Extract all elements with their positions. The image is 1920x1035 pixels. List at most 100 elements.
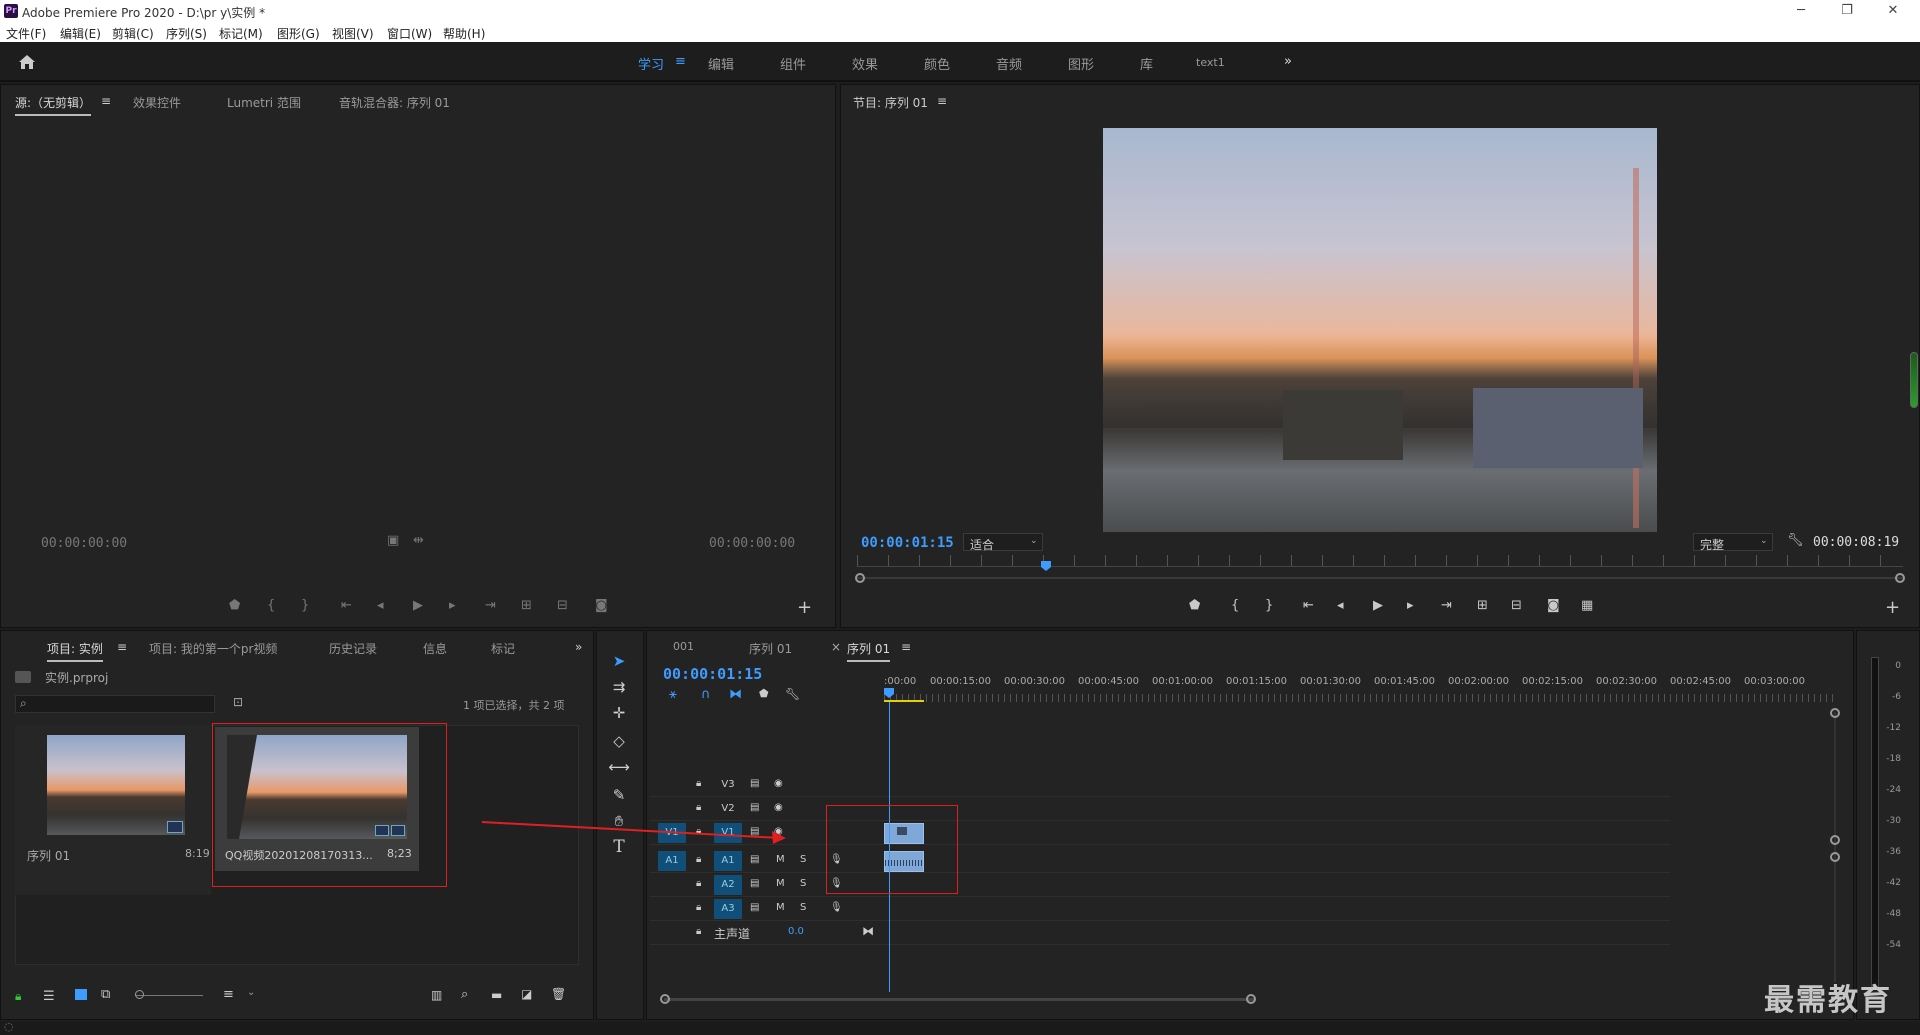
track-lock-icon[interactable]: 🔒︎ [696, 854, 701, 865]
source-patch-a1[interactable]: A1 [658, 851, 686, 871]
zoom-slider-handle[interactable] [135, 990, 144, 999]
vscroll-handle-low[interactable] [1830, 852, 1840, 862]
program-video-frame[interactable] [1103, 128, 1657, 532]
go-to-in-icon[interactable]: ⇤ [1303, 598, 1314, 613]
step-forward-icon[interactable]: ▸ [1407, 598, 1414, 613]
home-icon[interactable] [18, 54, 36, 70]
minimize-button[interactable]: ─ [1778, 0, 1824, 22]
zoom-slider[interactable] [135, 995, 203, 996]
workspace-more-icon[interactable]: » [1284, 54, 1292, 69]
nest-icon[interactable]: ⚹ [669, 687, 677, 702]
timeline-timecode[interactable]: 00:00:01:15 [663, 665, 762, 683]
lock-icon[interactable]: 🔒︎ [15, 989, 21, 1004]
marker-icon[interactable]: ⬟ [1189, 598, 1200, 613]
chevron-down-icon[interactable]: ⌄ [247, 987, 255, 998]
step-back-icon[interactable]: ◂ [1337, 598, 1344, 613]
mute-button[interactable]: M [776, 902, 785, 913]
vscroll-handle-mid[interactable] [1830, 835, 1840, 845]
workspace-assembly[interactable]: 组件 [780, 54, 806, 73]
zoom-handle-right[interactable] [1895, 573, 1905, 583]
fit-select[interactable]: 适合 ⌄ [963, 533, 1043, 552]
tab-sequence-01-a[interactable]: 序列 01 [749, 640, 792, 657]
new-bin-icon[interactable]: ⊡ [233, 695, 243, 709]
menu-marker[interactable]: 标记(M) [219, 25, 263, 42]
lift-icon[interactable]: ⊞ [1477, 598, 1488, 613]
timeline-horizontal-scroll[interactable] [664, 998, 1254, 1001]
source-step-forward-icon[interactable]: ▸ [449, 598, 456, 613]
tab-audio-mixer[interactable]: 音轨混合器: 序列 01 [339, 94, 450, 111]
program-add-button[interactable]: + [1885, 597, 1900, 618]
source-mark-out-icon[interactable]: } [301, 598, 309, 613]
track-lock-icon[interactable]: 🔒︎ [696, 926, 701, 937]
zoom-handle-left[interactable] [855, 573, 865, 583]
tab-program[interactable]: 节目: 序列 01 [853, 94, 928, 111]
ripple-edit-tool-icon[interactable]: ✛ [608, 702, 630, 724]
go-to-out-icon[interactable]: ⇥ [1441, 598, 1452, 613]
new-bin-button-icon[interactable]: ▬ [491, 988, 502, 1002]
source-step-back-icon[interactable]: ◂ [377, 598, 384, 613]
tab-markers[interactable]: 标记 [491, 640, 515, 657]
camera-icon[interactable]: ◙ [1547, 598, 1560, 613]
track-label[interactable]: A1 [714, 851, 742, 871]
vscroll-handle-top[interactable] [1830, 708, 1840, 718]
workspace-graphics[interactable]: 图形 [1068, 54, 1094, 73]
source-settings-icon[interactable]: ▣ [387, 533, 399, 548]
tab-project-first-video[interactable]: 项目: 我的第一个pr视频 [149, 640, 277, 657]
source-menu-icon[interactable]: ≡ [101, 94, 111, 108]
master-volume-value[interactable]: 0.0 [788, 926, 804, 937]
source-overwrite-icon[interactable]: ⊟ [557, 598, 568, 613]
workspace-menu-icon[interactable]: ≡ [675, 54, 686, 69]
tab-info[interactable]: 信息 [423, 640, 447, 657]
project-item-sequence[interactable]: 序列 01 8:19 [15, 725, 211, 895]
pen-tool-icon[interactable]: ✎ [608, 784, 630, 806]
mark-in-icon[interactable]: { [1231, 598, 1239, 613]
hscroll-handle-right[interactable] [1246, 994, 1256, 1004]
freeform-view-icon[interactable]: ⧉ [101, 987, 110, 1002]
timeline-vertical-scroll-track[interactable] [1834, 712, 1836, 982]
workspace-edit[interactable]: 编辑 [708, 54, 734, 73]
add-marker-icon[interactable]: ⬟ [759, 687, 769, 700]
menu-help[interactable]: 帮助(H) [443, 25, 485, 42]
maximize-button[interactable]: ❐ [1824, 0, 1870, 22]
source-add-button[interactable]: + [797, 597, 812, 618]
play-icon[interactable]: ▶ [1373, 598, 1383, 613]
workspace-audio[interactable]: 音频 [996, 54, 1022, 73]
workspace-color[interactable]: 颜色 [924, 54, 950, 73]
workspace-learn[interactable]: 学习 [638, 54, 664, 73]
track-label[interactable]: V3 [714, 775, 742, 795]
track-label[interactable]: A3 [714, 899, 742, 919]
wrench-icon[interactable]: 🔧︎ [1787, 533, 1804, 548]
close-button[interactable]: ✕ [1870, 0, 1916, 22]
tab-effect-controls[interactable]: 效果控件 [133, 94, 181, 111]
source-insert-icon[interactable]: ⊞ [521, 598, 532, 613]
program-menu-icon[interactable]: ≡ [937, 94, 947, 108]
program-playhead[interactable] [1041, 561, 1051, 571]
track-sync-icon[interactable]: ▤ [750, 902, 759, 913]
workspace-effects[interactable]: 效果 [852, 54, 878, 73]
microphone-icon[interactable]: 🎙︎ [830, 902, 843, 913]
quality-select[interactable]: 完整 ⌄ [1693, 533, 1773, 552]
source-go-out-icon[interactable]: ⇥ [485, 598, 496, 613]
list-view-icon[interactable]: ☰ [43, 989, 55, 1004]
find-icon[interactable]: ⌕ [461, 987, 468, 1002]
track-sync-icon[interactable]: ▤ [750, 854, 759, 865]
selection-tool-icon[interactable]: ➤ [608, 650, 630, 672]
tab-source[interactable]: 源:（无剪辑） [15, 94, 92, 116]
timeline-menu-icon[interactable]: ≡ [901, 640, 911, 654]
menu-edit[interactable]: 编辑(E) [60, 25, 101, 42]
menu-sequence[interactable]: 序列(S) [166, 25, 207, 42]
master-level-icon[interactable]: ⧓ [862, 924, 874, 938]
tab-lumetri-scopes[interactable]: Lumetri 范围 [227, 94, 301, 111]
tab-history[interactable]: 历史记录 [329, 640, 377, 657]
compare-icon[interactable]: ▦ [1581, 598, 1593, 613]
new-item-icon[interactable]: ◪ [521, 987, 532, 1001]
linked-selection-icon[interactable]: ⧓ [729, 687, 742, 702]
extract-icon[interactable]: ⊟ [1511, 598, 1522, 613]
menu-graphics[interactable]: 图形(G) [277, 25, 320, 42]
mute-button[interactable]: M [776, 854, 785, 865]
project-menu-icon[interactable]: ≡ [117, 640, 127, 654]
snap-icon[interactable]: ∩ [701, 687, 711, 702]
track-sync-icon[interactable]: ▤ [750, 778, 759, 789]
solo-button[interactable]: S [800, 854, 806, 865]
tab-project-shili[interactable]: 项目: 实例 [47, 640, 103, 662]
